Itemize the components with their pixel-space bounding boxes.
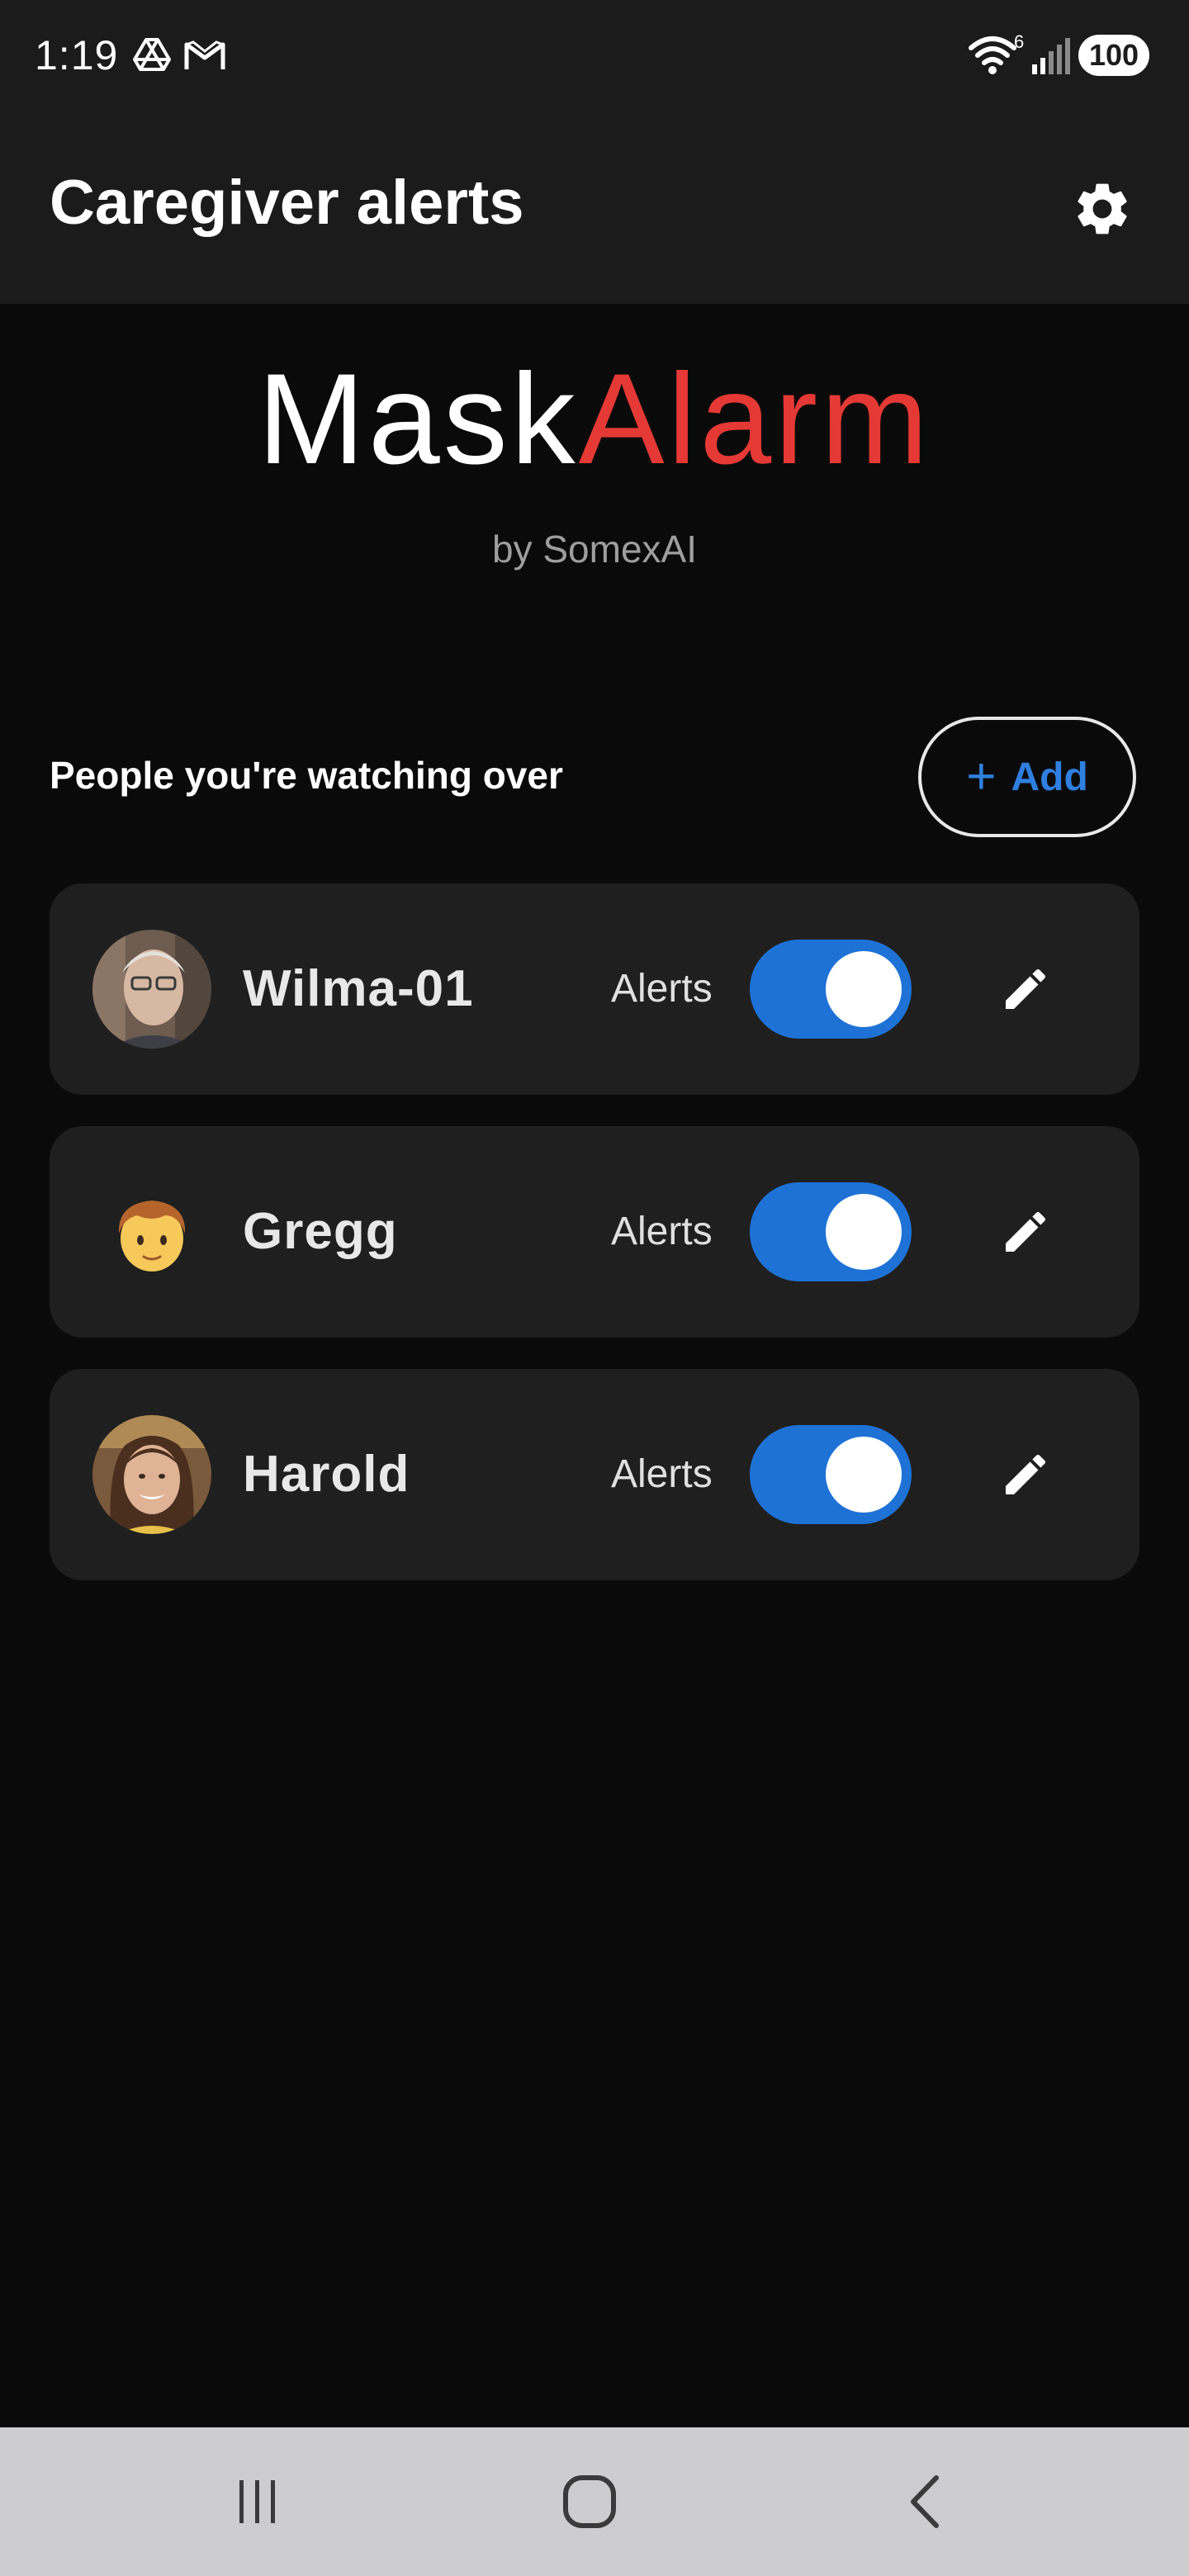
gmail-icon bbox=[183, 40, 226, 75]
photo-avatar bbox=[92, 930, 211, 1049]
battery-icon: 100 bbox=[1078, 35, 1149, 76]
back-button[interactable] bbox=[875, 2469, 974, 2535]
toggle-knob bbox=[826, 951, 902, 1027]
logo-word-mask: Mask bbox=[257, 348, 579, 491]
gear-icon bbox=[1078, 183, 1127, 234]
recent-apps-button[interactable] bbox=[208, 2469, 307, 2535]
system-nav-bar bbox=[0, 2427, 1189, 2576]
pencil-icon bbox=[1006, 968, 1046, 1009]
back-icon bbox=[911, 2475, 939, 2528]
toggle-knob bbox=[826, 1194, 902, 1270]
photo-avatar bbox=[92, 1415, 211, 1534]
app-logo: MaskAlarm bbox=[0, 355, 1189, 484]
wifi-icon: 6 bbox=[968, 31, 1027, 80]
section-title: People you're watching over bbox=[50, 754, 563, 797]
alerts-toggle[interactable] bbox=[750, 1182, 912, 1281]
alerts-toggle[interactable] bbox=[750, 1425, 912, 1524]
battery-level: 100 bbox=[1088, 38, 1139, 72]
page-title: Caregiver alerts bbox=[50, 168, 524, 238]
person-card[interactable]: Wilma-01 Alerts bbox=[50, 883, 1139, 1095]
child-emoji-avatar bbox=[92, 1172, 211, 1291]
toggle-knob bbox=[826, 1437, 902, 1513]
status-time: 1:19 bbox=[35, 32, 119, 78]
recent-apps-icon bbox=[239, 2480, 275, 2523]
edit-button[interactable] bbox=[992, 956, 1059, 1022]
screen: 1:19 6 100 Caregiver alerts MaskAlarm by… bbox=[0, 0, 1189, 2576]
plus-icon: + bbox=[966, 748, 997, 805]
pencil-icon bbox=[1006, 1211, 1046, 1252]
logo-byline: by SomexAI bbox=[492, 528, 697, 571]
edit-button[interactable] bbox=[992, 1442, 1059, 1508]
person-name: Wilma-01 bbox=[243, 960, 474, 1017]
signal-icon bbox=[1030, 36, 1070, 80]
person-name: Harold bbox=[243, 1446, 410, 1503]
alerts-toggle[interactable] bbox=[750, 940, 912, 1039]
svg-text:6: 6 bbox=[1014, 33, 1024, 52]
edit-button[interactable] bbox=[992, 1199, 1059, 1265]
alerts-label: Alerts bbox=[611, 1210, 713, 1253]
person-name: Gregg bbox=[243, 1203, 398, 1260]
home-icon bbox=[563, 2475, 616, 2528]
add-person-button[interactable]: + Add bbox=[918, 717, 1136, 837]
alerts-label: Alerts bbox=[611, 1452, 713, 1496]
logo-word-alarm: Alarm bbox=[578, 348, 932, 491]
add-button-label: Add bbox=[1011, 755, 1088, 799]
alerts-label: Alerts bbox=[611, 967, 713, 1011]
pencil-icon bbox=[1006, 1454, 1046, 1494]
drive-icon bbox=[132, 36, 172, 77]
person-card[interactable]: Gregg Alerts bbox=[50, 1126, 1139, 1338]
settings-button[interactable] bbox=[1065, 172, 1139, 246]
status-bar: 1:19 6 100 bbox=[0, 0, 1189, 112]
home-button[interactable] bbox=[540, 2469, 639, 2535]
app-bar: Caregiver alerts bbox=[0, 112, 1189, 304]
person-card[interactable]: Harold Alerts bbox=[50, 1369, 1139, 1580]
